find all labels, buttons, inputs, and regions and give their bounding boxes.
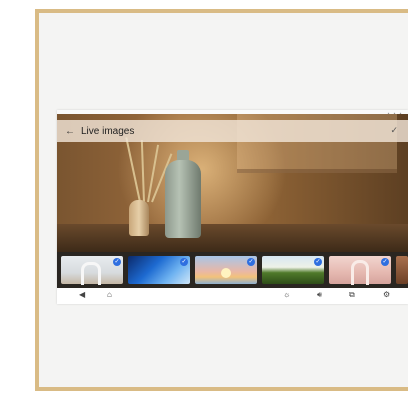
thumbnail-blue-wave[interactable]: ✓ [128, 256, 190, 284]
selected-check-icon: ✓ [381, 258, 389, 266]
thumbnail-pink-arch[interactable]: ✓ [329, 256, 391, 285]
thumbnail-sunset-sea[interactable]: ✓ [195, 256, 257, 284]
checkmark-icon[interactable]: ✓ [390, 125, 398, 136]
selected-check-icon: ✓ [113, 258, 121, 266]
frame-mat: ▪ ▪ ▪ ← Live images ✓ [39, 13, 408, 387]
volume-icon[interactable]: 🔊︎ [317, 290, 322, 300]
device-screen: ▪ ▪ ▪ ← Live images ✓ [57, 110, 408, 304]
selected-check-icon: ✓ [247, 258, 255, 266]
brightness-icon[interactable]: ☼ [283, 290, 290, 299]
settings-gear-icon[interactable]: ⚙ [383, 290, 390, 299]
title-bar: ← Live images ✓ [57, 120, 408, 142]
thumbnail-white-arch-room[interactable]: ✓ [61, 256, 123, 285]
selected-check-icon: ✓ [314, 258, 322, 266]
home-icon[interactable]: ⌂ [107, 290, 112, 299]
arrow-left-icon[interactable]: ← [65, 126, 79, 137]
system-navigation-bar: ◀ ⌂ ☼ 🔊︎ ⧉ ⚙ [57, 288, 408, 304]
thumbnail-strip: ✓ ✓ ✓ ✓ ✓ [57, 252, 408, 288]
small-vase [129, 200, 149, 236]
thumbnail-green-hedge[interactable]: ✓ [262, 256, 324, 284]
thumbnail-terracotta-partial[interactable] [396, 256, 408, 284]
table-surface [57, 224, 408, 252]
selected-check-icon: ✓ [180, 258, 188, 266]
tall-vase [165, 160, 201, 238]
back-triangle-icon[interactable]: ◀ [79, 290, 85, 299]
page-title: Live images [81, 125, 135, 137]
picture-frame: ▪ ▪ ▪ ← Live images ✓ [35, 9, 408, 391]
screen-mirror-icon[interactable]: ⧉ [349, 290, 355, 300]
